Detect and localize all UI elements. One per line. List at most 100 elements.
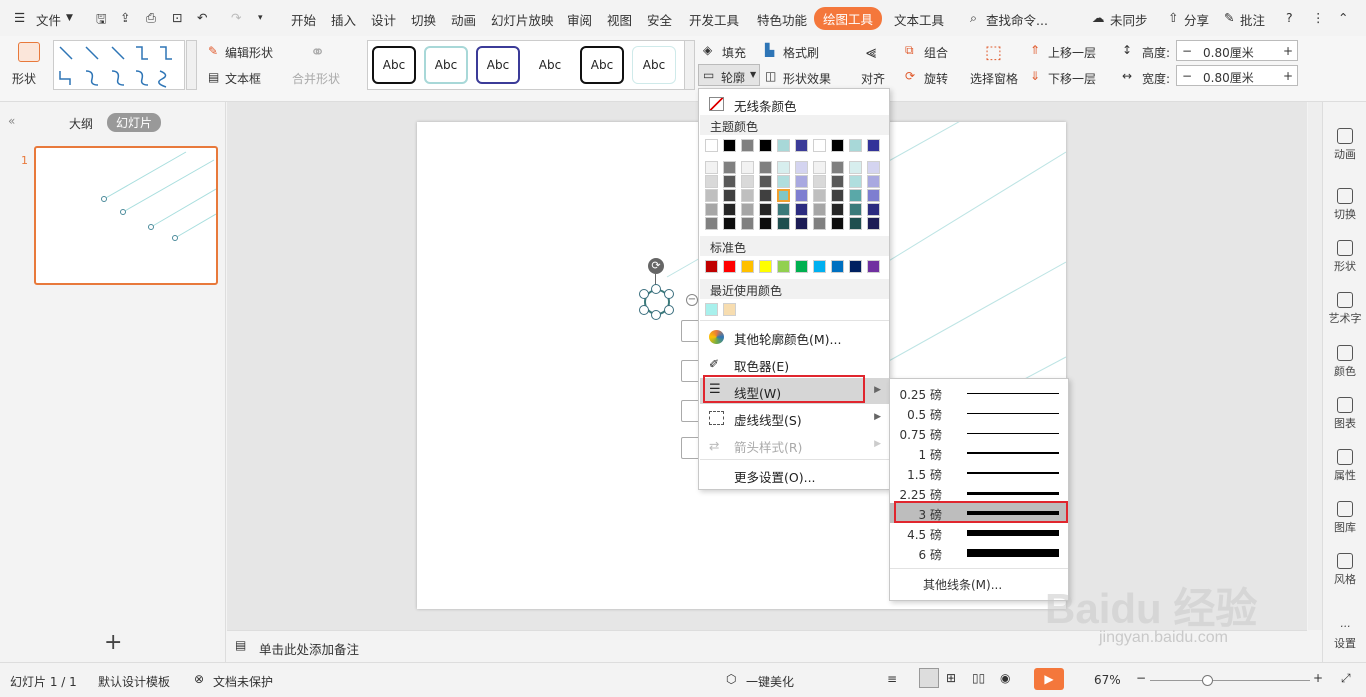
standard-color-swatch[interactable] (741, 260, 754, 273)
redo-icon[interactable]: ↷ (231, 10, 241, 25)
zoom-slider[interactable] (1150, 680, 1310, 681)
line-weight-option[interactable]: 0.5 磅 (890, 403, 1068, 423)
save-icon[interactable]: 🖫 (96, 10, 107, 31)
recent-color-swatch[interactable] (723, 303, 736, 316)
bring-forward-button[interactable]: 上移一层 (1048, 44, 1096, 61)
style-preset-1[interactable]: Abc (372, 46, 416, 84)
undo-icon[interactable]: ↶ (197, 10, 207, 25)
theme-color-swatch[interactable] (795, 217, 808, 230)
collapse-icon[interactable]: − (686, 294, 698, 306)
standard-color-swatch[interactable] (867, 260, 880, 273)
theme-color-swatch[interactable] (831, 217, 844, 230)
height-field[interactable]: − 0.80厘米 + (1176, 40, 1298, 61)
line-weight-option[interactable]: 4.5 磅 (890, 523, 1068, 543)
shape-icon[interactable] (18, 42, 40, 62)
tab-review[interactable]: 审阅 (567, 10, 592, 29)
textbox-button[interactable]: 文本框 (225, 70, 261, 87)
style-preset-3[interactable]: Abc (476, 46, 520, 84)
format-brush-button[interactable]: 格式刷 (783, 44, 819, 61)
theme-color-swatch[interactable] (723, 189, 736, 202)
tab-home[interactable]: 开始 (291, 10, 316, 29)
height-value[interactable]: 0.80厘米 (1203, 44, 1254, 61)
command-search[interactable]: 查找命令... (986, 10, 1048, 29)
comment-icon[interactable]: ✎ (1224, 10, 1234, 25)
theme-color-swatch[interactable] (705, 161, 718, 174)
height-increment[interactable]: + (1283, 44, 1293, 58)
theme-color-swatch[interactable] (723, 203, 736, 216)
tab-design[interactable]: 设计 (371, 10, 396, 29)
zoom-in-icon[interactable]: + (1313, 671, 1323, 685)
resize-handle[interactable] (664, 289, 674, 299)
notes-toggle-icon[interactable]: ≡ (887, 672, 897, 686)
tab-security[interactable]: 安全 (647, 10, 672, 29)
theme-color-swatch[interactable] (849, 217, 862, 230)
share-button[interactable]: 分享 (1184, 10, 1209, 29)
theme-color-swatch[interactable] (777, 203, 790, 216)
theme-color-swatch[interactable] (867, 175, 880, 188)
theme-color-swatch[interactable] (813, 203, 826, 216)
record-icon[interactable]: ◉ (1000, 671, 1010, 685)
theme-color-swatch[interactable] (777, 139, 790, 152)
theme-color-swatch[interactable] (849, 189, 862, 202)
protect-status[interactable]: 文档未保护 (213, 673, 273, 690)
more-lines-item[interactable]: 其他线条(M)... (923, 576, 1002, 593)
more-settings-item[interactable]: 更多设置(O)... (700, 462, 889, 488)
fit-window-icon[interactable]: ⤢ (1341, 671, 1351, 686)
theme-color-swatch[interactable] (795, 175, 808, 188)
rotate-handle-icon[interactable]: ⟳ (648, 258, 664, 274)
theme-color-swatch[interactable] (705, 139, 718, 152)
theme-color-swatch[interactable] (759, 203, 772, 216)
share-icon[interactable]: ⇧ (1168, 10, 1178, 25)
gallery-scroll[interactable] (186, 40, 197, 90)
theme-color-swatch[interactable] (705, 217, 718, 230)
standard-color-swatch[interactable] (723, 260, 736, 273)
theme-color-swatch[interactable] (759, 175, 772, 188)
rotate-button[interactable]: 旋转 (924, 70, 948, 87)
theme-color-swatch[interactable] (795, 139, 808, 152)
zoom-out-icon[interactable]: − (1136, 671, 1146, 685)
send-backward-button[interactable]: 下移一层 (1048, 70, 1096, 87)
style-preset-5[interactable]: Abc (580, 46, 624, 84)
more-icon[interactable]: ⋮ (1312, 10, 1325, 25)
line-weight-option[interactable]: 0.75 磅 (890, 423, 1068, 443)
theme-color-swatch[interactable] (777, 217, 790, 230)
height-decrement[interactable]: − (1182, 44, 1192, 58)
tab-drawing-tools[interactable]: 绘图工具 (814, 7, 883, 30)
menu-icon[interactable]: ☰ (14, 10, 25, 25)
theme-color-swatch[interactable] (795, 161, 808, 174)
theme-color-swatch[interactable] (813, 139, 826, 152)
style-preset-2[interactable]: Abc (424, 46, 468, 84)
zoom-level[interactable]: 67% (1094, 673, 1121, 687)
sidebar-item-gallery[interactable]: 图库 (1323, 501, 1366, 535)
sidebar-item-shape[interactable]: 形状 (1323, 240, 1366, 274)
style-gallery-scroll[interactable] (684, 40, 695, 90)
theme-color-swatch[interactable] (831, 139, 844, 152)
resize-handle[interactable] (639, 289, 649, 299)
tab-developer[interactable]: 开发工具 (689, 10, 739, 29)
reading-view-icon[interactable]: ▯▯ (972, 671, 985, 685)
standard-color-swatch[interactable] (705, 260, 718, 273)
tab-view[interactable]: 视图 (607, 10, 632, 29)
theme-color-swatch[interactable] (741, 203, 754, 216)
help-button[interactable]: ? (1286, 10, 1293, 25)
theme-color-swatch[interactable] (867, 203, 880, 216)
zoom-slider-thumb[interactable] (1202, 675, 1213, 686)
theme-color-swatch[interactable] (831, 189, 844, 202)
style-preset-6[interactable]: Abc (632, 46, 676, 84)
customize-icon[interactable]: ▾ (258, 13, 263, 23)
align-button[interactable]: 对齐 (861, 70, 885, 87)
sync-status[interactable]: 未同步 (1110, 10, 1148, 29)
theme-color-swatch[interactable] (795, 203, 808, 216)
file-menu[interactable]: 文件 (36, 10, 61, 29)
standard-color-swatch[interactable] (777, 260, 790, 273)
print-icon[interactable]: ⎙ (146, 10, 156, 26)
fill-button[interactable]: 填充 (722, 44, 746, 61)
theme-color-swatch[interactable] (705, 175, 718, 188)
tab-insert[interactable]: 插入 (331, 10, 356, 29)
theme-color-swatch[interactable] (741, 175, 754, 188)
collapse-panel-icon[interactable]: « (8, 114, 15, 128)
theme-color-swatch[interactable] (867, 217, 880, 230)
standard-color-swatch[interactable] (813, 260, 826, 273)
theme-color-swatch[interactable] (795, 189, 808, 202)
beautify-button[interactable]: 一键美化 (746, 673, 794, 690)
